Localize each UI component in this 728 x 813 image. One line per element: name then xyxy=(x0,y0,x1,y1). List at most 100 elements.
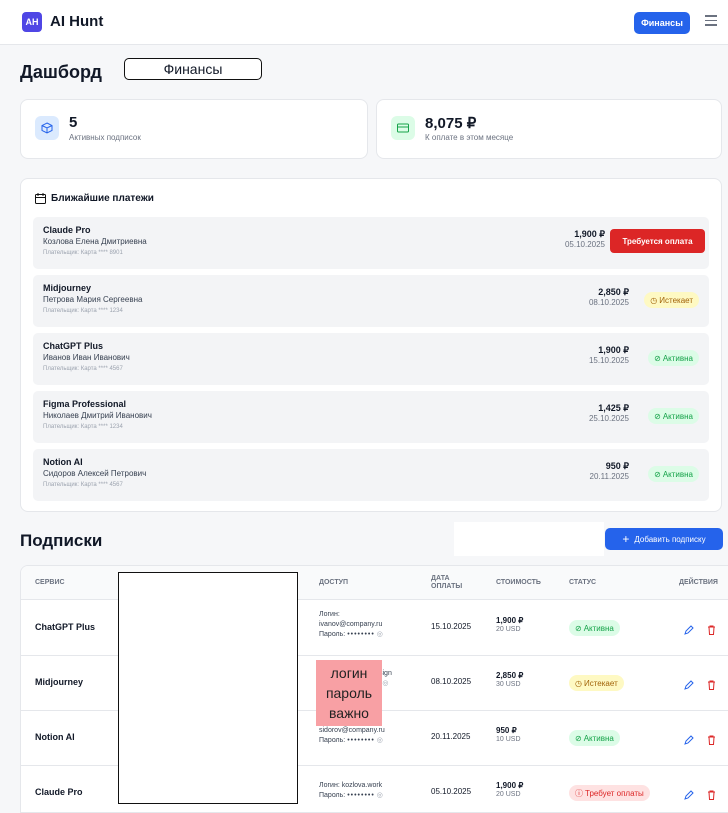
payment-service: Midjourney xyxy=(43,283,92,293)
logo[interactable]: AH xyxy=(22,12,42,32)
card-icon xyxy=(391,116,415,140)
status-badge: ⓘ Требует оплаты xyxy=(569,785,650,801)
eye-icon[interactable]: ◎ xyxy=(377,631,383,638)
payment-date: 08.10.2025 xyxy=(588,298,629,307)
payment-row[interactable]: Claude Pro Козлова Елена Дмитриевна Плат… xyxy=(33,217,709,269)
stat-label: К оплате в этом месяце xyxy=(425,133,514,142)
cell-access: sidorov@company.ru Пароль: •••••••• ◎ xyxy=(319,727,385,744)
stat-value: 5 xyxy=(69,114,78,131)
cell-cost-usd: 10 USD xyxy=(496,736,521,743)
cell-cost-usd: 20 USD xyxy=(496,791,521,798)
payment-date: 05.10.2025 xyxy=(564,240,605,249)
payment-service: Notion AI xyxy=(43,457,83,467)
section-title: Ближайшие платежи xyxy=(51,193,154,204)
payment-amount: 950 ₽ xyxy=(605,461,629,471)
check-circle-icon: ⊘ xyxy=(575,623,582,633)
cell-date: 08.10.2025 xyxy=(431,677,472,686)
check-circle-icon: ⊘ xyxy=(654,411,661,421)
clock-icon: ◷ xyxy=(575,678,582,688)
sticky-note: логин пароль важно xyxy=(316,660,382,726)
trash-icon[interactable] xyxy=(707,622,716,640)
payment-person: Сидоров Алексей Петрович xyxy=(43,469,147,478)
eye-icon[interactable]: ◎ xyxy=(377,792,383,799)
check-circle-icon: ⊘ xyxy=(575,733,582,743)
cell-cost-usd: 20 USD xyxy=(496,626,521,633)
upcoming-payments-card: Ближайшие платежи Claude Pro Козлова Еле… xyxy=(20,178,722,512)
payment-person: Николаев Дмитрий Иванович xyxy=(43,411,152,420)
edit-icon[interactable] xyxy=(684,787,694,805)
status-badge: ⊘ Активна xyxy=(569,620,620,636)
payment-person: Козлова Елена Дмитриевна xyxy=(43,237,147,246)
cell-service: Claude Pro xyxy=(35,787,83,797)
stat-label: Активных подписок xyxy=(69,133,141,142)
check-circle-icon: ⊘ xyxy=(654,353,661,363)
check-circle-icon: ⊘ xyxy=(654,469,661,479)
payment-amount: 1,425 ₽ xyxy=(598,403,629,413)
col-date[interactable]: ДАТА ОПЛАТЫ xyxy=(431,575,462,591)
payment-row[interactable]: Notion AI Сидоров Алексей Петрович Плате… xyxy=(33,449,709,501)
payment-date: 20.11.2025 xyxy=(589,472,629,481)
stat-card-subscriptions: 5 Активных подписок xyxy=(20,99,368,159)
payment-service: ChatGPT Plus xyxy=(43,341,104,351)
brand-name[interactable]: AI Hunt xyxy=(50,13,103,30)
plus-icon: + xyxy=(622,532,630,546)
cell-date: 15.10.2025 xyxy=(431,622,472,631)
col-status[interactable]: СТАТУС xyxy=(569,579,596,587)
blank-area xyxy=(454,522,604,556)
trash-icon[interactable] xyxy=(707,677,716,695)
finance-button[interactable]: Финансы xyxy=(634,12,690,34)
status-badge: ⊘ Активна xyxy=(648,408,699,424)
page-title: Дашборд xyxy=(20,62,102,82)
cell-date: 05.10.2025 xyxy=(431,787,472,796)
edit-icon[interactable] xyxy=(684,732,694,750)
col-service[interactable]: СЕРВИС xyxy=(35,579,65,587)
stat-value: 8,075 ₽ xyxy=(425,115,477,132)
payment-service: Figma Professional xyxy=(43,399,127,409)
payment-payer: Плательщик: Карта **** 1234 xyxy=(43,308,123,314)
subscriptions-title: Подписки xyxy=(20,531,103,550)
cell-cost: 950 ₽ xyxy=(496,726,517,735)
upcoming-payments-header: Ближайшие платежи xyxy=(35,193,154,204)
status-badge: ⊘ Активна xyxy=(648,466,699,482)
cell-service: Midjourney xyxy=(35,677,84,687)
pay-required-button[interactable]: Требуется оплата xyxy=(610,229,705,253)
status-badge: ⊘ Активна xyxy=(569,730,620,746)
cell-service: ChatGPT Plus xyxy=(35,622,96,632)
payment-payer: Плательщик: Карта **** 4567 xyxy=(43,366,123,372)
eye-icon[interactable]: ◎ xyxy=(377,737,383,744)
cube-icon xyxy=(35,116,59,140)
payment-row[interactable]: ChatGPT Plus Иванов Иван Иванович Плател… xyxy=(33,333,709,385)
payment-row[interactable]: Midjourney Петрова Мария Сергеевна Плате… xyxy=(33,275,709,327)
payment-amount: 1,900 ₽ xyxy=(574,229,605,239)
top-bar: AH AI Hunt Финансы xyxy=(0,0,728,45)
handwritten-note: Финансы xyxy=(124,58,262,80)
status-badge: ◷ Истекает xyxy=(569,675,624,691)
edit-icon[interactable] xyxy=(684,622,694,640)
col-cost[interactable]: СТОИМОСТЬ xyxy=(496,579,541,587)
menu-icon[interactable] xyxy=(705,15,717,27)
cell-date: 20.11.2025 xyxy=(431,732,471,741)
eye-icon[interactable]: ◎ xyxy=(382,680,388,687)
payment-row[interactable]: Figma Professional Николаев Дмитрий Иван… xyxy=(33,391,709,443)
cell-cost-usd: 30 USD xyxy=(496,681,521,688)
payment-date: 15.10.2025 xyxy=(588,356,629,365)
cell-cost: 1,900 ₽ xyxy=(496,616,524,625)
edit-icon[interactable] xyxy=(684,677,694,695)
trash-icon[interactable] xyxy=(707,787,716,805)
cell-cost: 1,900 ₽ xyxy=(496,781,524,790)
add-subscription-button[interactable]: + Добавить подписку xyxy=(605,528,723,550)
calendar-icon xyxy=(35,193,46,204)
payment-date: 25.10.2025 xyxy=(588,414,629,423)
payment-person: Петрова Мария Сергеевна xyxy=(43,295,143,304)
payment-person: Иванов Иван Иванович xyxy=(43,353,130,362)
status-badge: ◷ Истекает xyxy=(644,292,699,308)
col-access[interactable]: ДОСТУП xyxy=(319,579,348,587)
cell-access: Логин: ivanov@company.ru Пароль: •••••••… xyxy=(319,611,383,638)
payment-payer: Плательщик: Карта **** 1234 xyxy=(43,424,123,430)
payment-amount: 1,900 ₽ xyxy=(598,345,629,355)
payment-service: Claude Pro xyxy=(43,225,91,235)
status-badge: ⊘ Активна xyxy=(648,350,699,366)
cell-cost: 2,850 ₽ xyxy=(496,671,524,680)
cell-access: Логин: kozlova.work Пароль: •••••••• ◎ xyxy=(319,782,383,799)
trash-icon[interactable] xyxy=(707,732,716,750)
